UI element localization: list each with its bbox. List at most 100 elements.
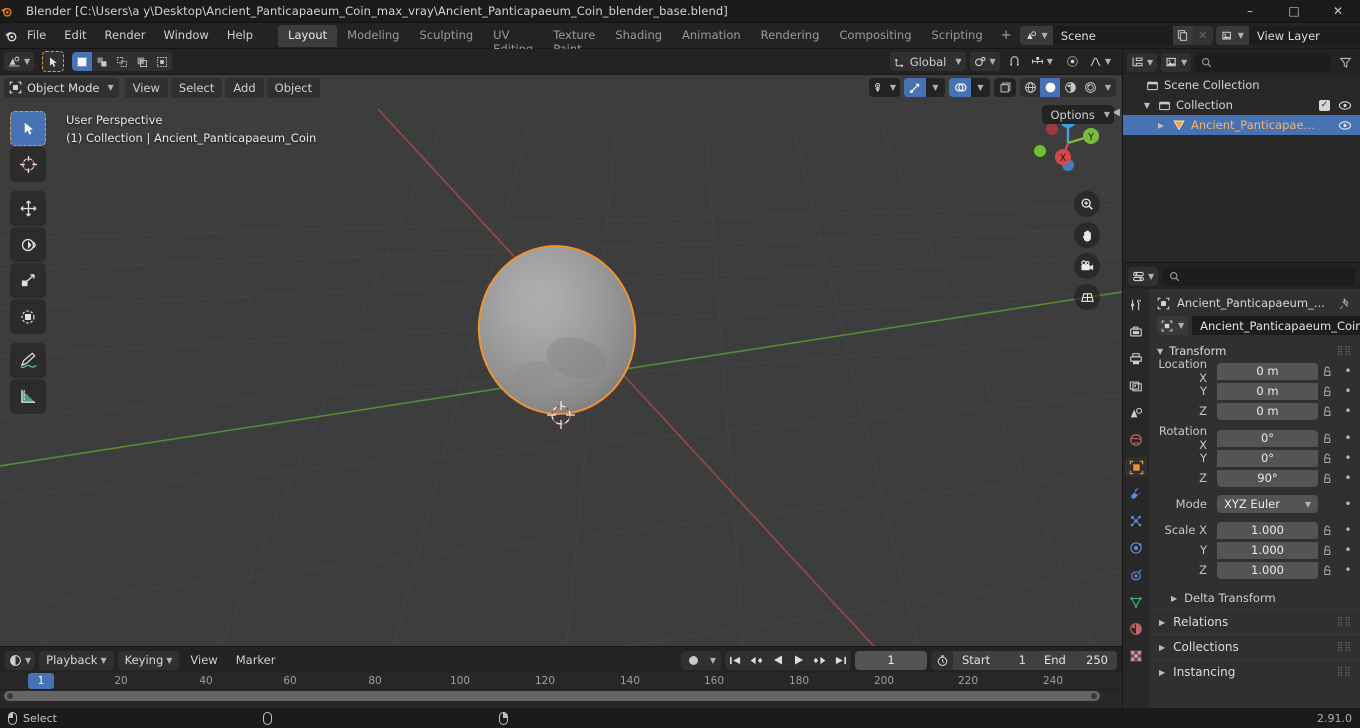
outliner-editor-type-button[interactable]: ▼ (1127, 52, 1158, 72)
animate-property-dot[interactable]: • (1342, 472, 1354, 484)
annotate-tool-button[interactable] (10, 343, 46, 378)
outliner-row-object[interactable]: ▶ Ancient_Panticapae… (1123, 115, 1360, 135)
tab-rendering[interactable]: Rendering (751, 25, 830, 47)
properties-search-input[interactable] (1163, 266, 1355, 286)
transform-tool-button[interactable] (10, 299, 46, 334)
properties-tab-constraints[interactable] (1125, 565, 1147, 585)
animate-property-dot[interactable]: • (1342, 365, 1354, 377)
location-y-field[interactable]: 0 m (1217, 382, 1318, 400)
properties-tab-data[interactable] (1125, 592, 1147, 612)
location-x-row[interactable]: Location X 0 m • (1149, 357, 1360, 385)
rotation-mode-row[interactable]: Mode XYZ Euler ▼ • (1149, 494, 1360, 514)
viewport-menu-add[interactable]: Add (225, 77, 264, 98)
overlays-toggle[interactable] (949, 78, 971, 97)
timeline-menu-view[interactable]: View (183, 653, 224, 667)
object-name-field[interactable]: ▼ Ancient_Panticapaeum_Coin (1149, 316, 1360, 341)
pan-hand-icon[interactable] (1074, 222, 1100, 248)
stopwatch-icon[interactable] (931, 654, 953, 667)
close-button[interactable]: ✕ (1316, 0, 1360, 22)
pivot-point-dropdown[interactable]: ▼ (969, 52, 1000, 71)
tab-uv-editing[interactable]: UV Editing (483, 25, 543, 56)
properties-tab-texture[interactable] (1125, 646, 1147, 666)
properties-tab-tool[interactable] (1125, 295, 1147, 315)
lock-icon[interactable] (1322, 433, 1338, 444)
animate-property-dot[interactable]: • (1342, 385, 1354, 397)
rotation-x-row[interactable]: Rotation X 0° • (1149, 424, 1360, 452)
new-scene-button[interactable] (1172, 26, 1193, 45)
lock-icon[interactable] (1322, 386, 1338, 397)
location-z-field[interactable]: 0 m (1217, 402, 1318, 420)
timeline-editor[interactable]: ▼ Playback ▼ Keying ▼ View Marker ▼ 1 St… (0, 646, 1122, 708)
view-layer-icon[interactable]: ▼ (1215, 26, 1249, 45)
minimize-button[interactable]: – (1228, 0, 1272, 22)
outliner-filter-button[interactable] (1335, 53, 1356, 72)
transform-orientation-dropdown[interactable]: Global ▼ (889, 52, 966, 71)
properties-tab-world[interactable] (1125, 430, 1147, 450)
lock-icon[interactable] (1322, 406, 1338, 417)
keying-dropdown[interactable]: Keying ▼ (117, 650, 180, 670)
properties-tab-object[interactable] (1125, 457, 1147, 477)
scene-selector[interactable]: ▼ Scene ✕ (1019, 26, 1213, 45)
tab-texture-paint[interactable]: Texture Paint (543, 25, 605, 56)
editor-type-button[interactable]: ▼ (4, 52, 35, 71)
playback-dropdown[interactable]: Playback ▼ (39, 650, 114, 670)
animate-property-dot[interactable]: • (1342, 564, 1354, 576)
current-frame-field[interactable]: 1 (855, 650, 927, 670)
tab-shading[interactable]: Shading (605, 25, 672, 47)
tab-compositing[interactable]: Compositing (829, 25, 921, 47)
scale-y-row[interactable]: Y 1.000 • (1149, 540, 1360, 560)
properties-tab-view-layer[interactable] (1125, 376, 1147, 396)
camera-view-icon[interactable] (1074, 253, 1100, 279)
menu-window[interactable]: Window (154, 25, 217, 46)
collection-enable-checkbox[interactable]: ✓ (1319, 99, 1330, 111)
record-dot-icon[interactable] (681, 651, 705, 670)
options-dropdown[interactable]: Options ▼ (1042, 105, 1114, 124)
select-extend-button[interactable] (92, 52, 113, 71)
disclosure-triangle[interactable]: ▼ (1141, 101, 1153, 110)
measure-tool-button[interactable] (10, 379, 46, 414)
location-z-row[interactable]: Z 0 m • (1149, 401, 1360, 421)
animate-property-dot[interactable]: • (1342, 432, 1354, 444)
jump-to-next-keyframe-button[interactable] (809, 651, 830, 670)
viewport-menu-select[interactable]: Select (170, 77, 223, 98)
shading-solid-button[interactable] (1040, 78, 1060, 97)
jump-to-end-button[interactable] (830, 651, 851, 670)
eye-icon[interactable] (1338, 120, 1352, 131)
move-tool-button[interactable] (10, 191, 46, 226)
scale-y-field[interactable]: 1.000 (1217, 541, 1318, 559)
scale-x-row[interactable]: Scale X 1.000 • (1149, 520, 1360, 540)
properties-tab-physics[interactable] (1125, 538, 1147, 558)
tab-sculpting[interactable]: Sculpting (409, 25, 483, 47)
outliner-display-mode-dropdown[interactable]: ▼ (1161, 52, 1192, 72)
select-subtract-button[interactable] (112, 52, 133, 71)
properties-tab-output[interactable] (1125, 349, 1147, 369)
properties-tab-render[interactable] (1125, 322, 1147, 342)
gizmo-dropdown[interactable]: ▼ (926, 78, 945, 97)
snap-magnet-toggle[interactable] (1003, 52, 1026, 71)
animate-property-dot[interactable]: • (1342, 524, 1354, 536)
unlink-scene-button[interactable]: ✕ (1192, 26, 1213, 45)
proportional-falloff-dropdown[interactable]: ▼ (1083, 52, 1116, 71)
timeline-editor-type-button[interactable]: ▼ (5, 650, 36, 670)
maximize-button[interactable]: □ (1272, 0, 1316, 22)
interaction-mode-dropdown[interactable]: Object Mode ▼ (4, 77, 119, 98)
menu-edit[interactable]: Edit (55, 25, 95, 46)
select-set-button[interactable] (72, 52, 93, 71)
select-box-tool-button[interactable] (42, 51, 65, 72)
tweak-select-tool-button[interactable] (10, 111, 46, 146)
tab-modeling[interactable]: Modeling (337, 25, 409, 47)
scale-tool-button[interactable] (10, 263, 46, 298)
end-frame-field[interactable]: End 250 (1035, 650, 1117, 670)
disclosure-triangle[interactable]: ▶ (1155, 121, 1167, 130)
rotation-z-row[interactable]: Z 90° • (1149, 468, 1360, 488)
delta-transform-subpanel-header[interactable]: ▶ Delta Transform (1149, 587, 1360, 609)
auto-keying-group[interactable]: ▼ (681, 650, 721, 670)
animate-property-dot[interactable]: • (1342, 405, 1354, 417)
scale-x-field[interactable]: 1.000 (1217, 521, 1318, 539)
viewport-menu-object[interactable]: Object (266, 77, 321, 98)
scene-name[interactable]: Scene (1052, 26, 1173, 45)
auto-keying-dropdown[interactable]: ▼ (705, 656, 721, 665)
object-name-value[interactable]: Ancient_Panticapaeum_Coin (1192, 316, 1360, 335)
properties-tab-scene[interactable] (1125, 403, 1147, 423)
play-button[interactable] (788, 651, 809, 670)
